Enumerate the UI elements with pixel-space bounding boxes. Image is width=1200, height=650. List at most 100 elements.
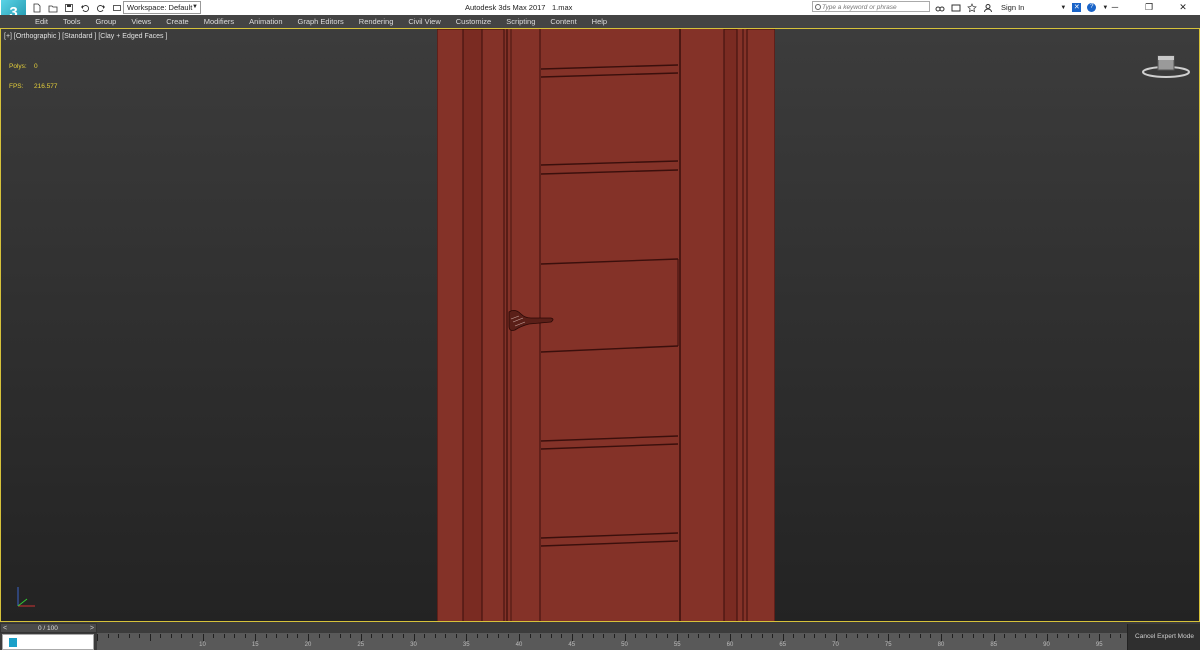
timeline-tick — [1120, 634, 1122, 638]
time-slider[interactable]: < 0 / 100 > — [0, 623, 97, 633]
viewcube-icon[interactable] — [1142, 52, 1190, 82]
cancel-expert-mode-button[interactable]: Cancel Expert Mode — [1127, 624, 1200, 650]
timeline-tick — [708, 634, 710, 638]
timeline-tick-label: 65 — [779, 642, 787, 648]
timeline-tick — [1014, 634, 1016, 638]
menu-rendering[interactable]: Rendering — [359, 17, 394, 26]
chevron-down-icon[interactable]: ▼ — [1060, 5, 1066, 11]
workspace-selector[interactable]: Workspace: Default ▼ — [120, 0, 201, 14]
timeline-tick — [983, 634, 985, 638]
menu-content[interactable]: Content — [550, 17, 576, 26]
timeline-tick — [603, 634, 605, 638]
timeline-tick — [308, 634, 309, 641]
timeline-tick — [719, 634, 721, 638]
sign-in-link[interactable]: Sign In — [1001, 3, 1024, 12]
timeline-tick — [666, 634, 668, 638]
timeline-tick-label: 40 — [515, 642, 523, 648]
help-icon[interactable]: ? — [1087, 3, 1097, 12]
timeline-tick — [128, 634, 130, 638]
chevron-right-icon[interactable]: > — [90, 624, 94, 633]
door-model[interactable] — [437, 29, 775, 622]
save-icon[interactable] — [64, 3, 74, 13]
timeline-tick — [434, 634, 436, 638]
polys-value: 0 — [34, 63, 38, 70]
open-folder-icon[interactable] — [48, 3, 58, 13]
timeline-tick — [107, 634, 109, 638]
timeline-tick-label: 60 — [726, 642, 734, 648]
timeline-tick — [191, 634, 193, 638]
menu-group[interactable]: Group — [95, 17, 116, 26]
timeline-tick — [519, 634, 520, 641]
autodesk-exchange-icon[interactable]: ✕ — [1072, 3, 1082, 12]
fps-stat: FPS: 216.577 — [9, 83, 58, 90]
subscription-icon[interactable] — [951, 3, 961, 13]
timeline-tick — [698, 634, 700, 638]
redo-icon[interactable] — [96, 3, 106, 13]
menu-modifiers[interactable]: Modifiers — [204, 17, 234, 26]
timeline-tick — [371, 634, 373, 638]
timeline-tick — [424, 634, 426, 638]
timeline-tick-label: 50 — [621, 642, 628, 648]
restore-icon[interactable]: ❐ — [1132, 0, 1166, 15]
timeline-tick — [1078, 634, 1080, 638]
new-file-icon[interactable] — [32, 3, 42, 13]
timeline-tick — [234, 634, 236, 638]
menu-civil-view[interactable]: Civil View — [408, 17, 440, 26]
viewport-label[interactable]: [+] [Orthographic ] [Standard ] [Clay + … — [4, 33, 167, 40]
menu-views[interactable]: Views — [131, 17, 151, 26]
mini-listener[interactable] — [2, 634, 94, 650]
timeline-tick — [255, 634, 257, 641]
minimize-icon[interactable]: ─ — [1098, 0, 1132, 15]
timeline-tick — [571, 634, 573, 641]
timeline-tick — [751, 634, 753, 638]
timeline-tick-label: 75 — [884, 642, 892, 648]
timeline-tick — [803, 634, 805, 638]
timeline-tick — [993, 634, 995, 641]
timeline-tick — [170, 634, 172, 638]
star-icon[interactable] — [967, 2, 977, 13]
polys-stat: Polys: 0 — [9, 63, 38, 70]
timeline-tick-label: 95 — [1095, 642, 1103, 648]
timeline-tick — [318, 634, 320, 638]
infocenter-tools: Sign In ▼ ✕ ? ▼ — [935, 1, 1108, 14]
timeline-tick — [487, 634, 489, 638]
app-title: Autodesk 3ds Max 2017 — [465, 3, 546, 12]
undo-icon[interactable] — [80, 3, 90, 13]
menu-help[interactable]: Help — [592, 17, 607, 26]
timeline-tick-label: 85 — [990, 642, 998, 648]
menu-graph-editors[interactable]: Graph Editors — [298, 17, 344, 26]
close-icon[interactable]: ✕ — [1166, 0, 1200, 15]
menu-animation[interactable]: Animation — [249, 17, 282, 26]
menu-create[interactable]: Create — [166, 17, 189, 26]
timeline-tick — [202, 634, 204, 641]
menu-scripting[interactable]: Scripting — [506, 17, 535, 26]
timeline-tick-label: 20 — [304, 642, 312, 648]
time-slider-label: 0 / 100 — [38, 625, 58, 632]
timeline-tick — [962, 634, 964, 638]
chevron-left-icon[interactable]: < — [3, 624, 7, 633]
binoculars-icon[interactable] — [935, 3, 945, 13]
search-input[interactable]: Type a keyword or phrase — [812, 1, 930, 12]
timeline-tick — [550, 634, 552, 638]
timeline-tick — [445, 634, 447, 638]
timeline-tick-label: 35 — [462, 642, 470, 648]
timeline-tick — [898, 634, 900, 638]
chevron-down-icon: ▼ — [192, 3, 198, 10]
timeline-tick — [286, 634, 288, 638]
menu-tools[interactable]: Tools — [63, 17, 81, 26]
timeline-tick — [761, 634, 763, 638]
timeline-tick — [635, 634, 637, 638]
user-icon[interactable] — [983, 3, 993, 13]
timeline-tick — [793, 634, 795, 638]
polys-label: Polys: — [9, 63, 27, 70]
timeline-tick — [592, 634, 594, 638]
timeline-tick — [297, 634, 299, 638]
timeline-tick — [972, 634, 974, 638]
viewport[interactable]: [+] [Orthographic ] [Standard ] [Clay + … — [0, 28, 1200, 622]
timeline-tick-label: 30 — [410, 642, 417, 648]
menu-edit[interactable]: Edit — [35, 17, 48, 26]
menu-customize[interactable]: Customize — [456, 17, 491, 26]
timeline-tick — [772, 634, 774, 638]
timeline-track[interactable]: 101520253035404550556065707580859095100 — [97, 633, 1157, 650]
timeline-tick — [941, 634, 942, 641]
